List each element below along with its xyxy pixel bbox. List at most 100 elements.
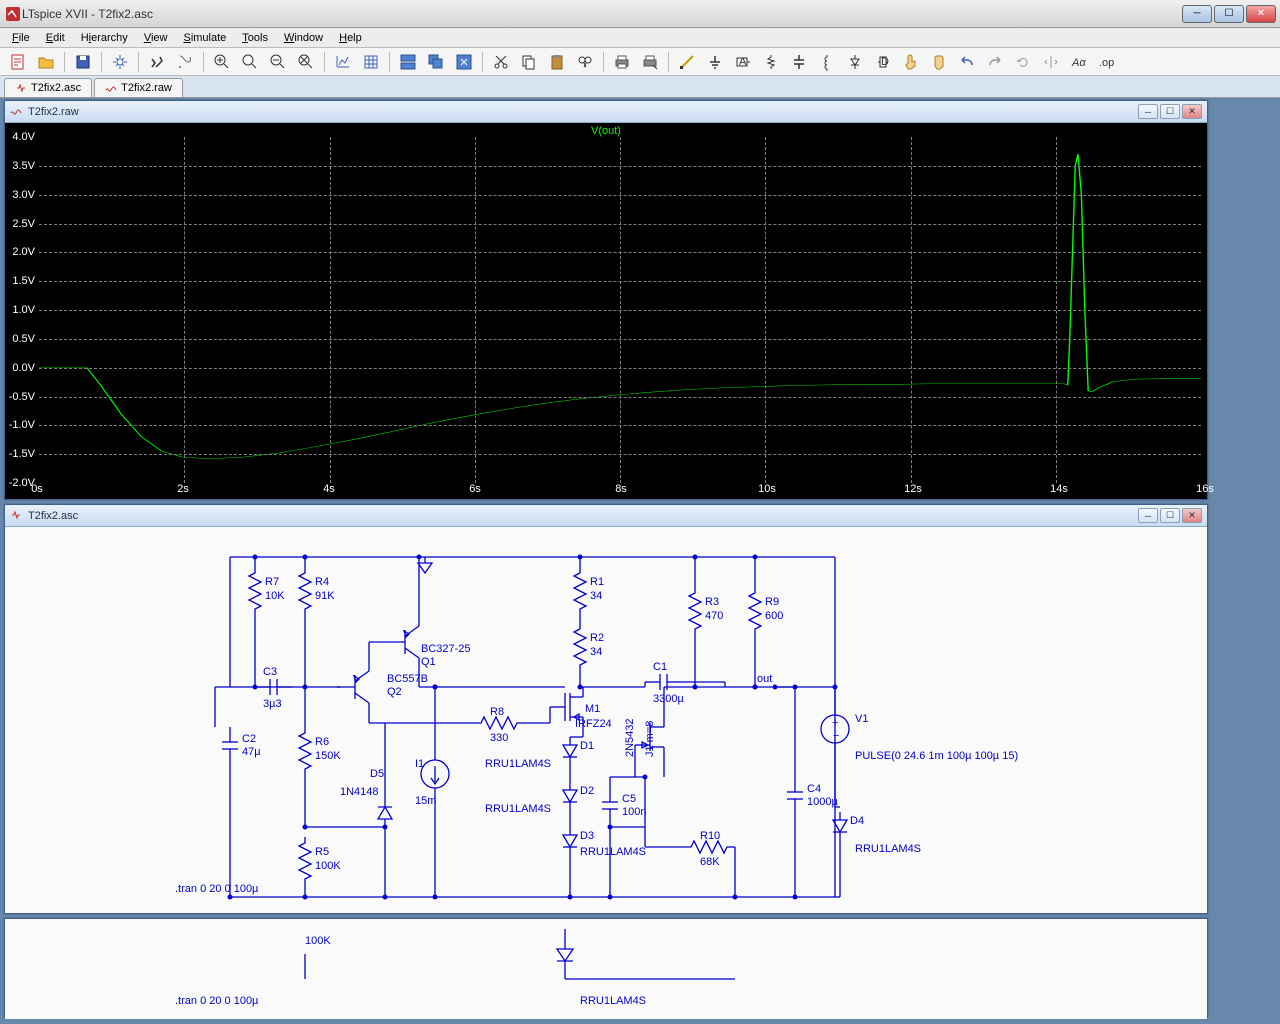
draw-wire-button[interactable] — [675, 50, 699, 74]
sub-close-button[interactable]: ✕ — [1182, 508, 1202, 523]
tile-windows-button[interactable] — [396, 50, 420, 74]
plot-area[interactable] — [39, 137, 1201, 483]
sub-close-button[interactable]: ✕ — [1182, 104, 1202, 119]
rotate-button[interactable] — [1011, 50, 1035, 74]
redo-button[interactable] — [983, 50, 1007, 74]
svg-text:RRU1LAM4S: RRU1LAM4S — [580, 846, 646, 858]
copy-button[interactable] — [517, 50, 541, 74]
sub-maximize-button[interactable]: ☐ — [1160, 508, 1180, 523]
menu-simulate[interactable]: Simulate — [175, 30, 234, 46]
inductor-button[interactable] — [815, 50, 839, 74]
svg-text:D4: D4 — [850, 815, 864, 827]
sub-minimize-button[interactable]: ─ — [1138, 104, 1158, 119]
svg-text:R10: R10 — [700, 830, 720, 842]
spice-directive-button[interactable]: .op — [1095, 50, 1119, 74]
svg-text:RRU1LAM4S: RRU1LAM4S — [485, 758, 551, 770]
tab-schematic[interactable]: T2fix2.asc — [4, 78, 92, 97]
svg-text:J1 m=8: J1 m=8 — [644, 721, 656, 757]
svg-text:IRFZ24: IRFZ24 — [575, 718, 612, 730]
autorange-button[interactable] — [331, 50, 355, 74]
new-schematic-button[interactable] — [6, 50, 30, 74]
drag-button[interactable] — [927, 50, 951, 74]
menu-hierarchy[interactable]: Hierarchy — [73, 30, 136, 46]
zoom-in-button[interactable] — [210, 50, 234, 74]
svg-text:330: 330 — [490, 732, 508, 744]
svg-text:Q1: Q1 — [421, 656, 436, 668]
zoom-pan-button[interactable] — [238, 50, 262, 74]
menu-file[interactable]: File — [4, 30, 38, 46]
svg-text:C5: C5 — [622, 793, 636, 805]
waveform-plot[interactable]: V(out) 4.0V3.5V3.0V2.5V2.0V1.5V1.0V0.5V0… — [5, 123, 1207, 499]
svg-text:I1: I1 — [415, 758, 424, 770]
menu-edit[interactable]: Edit — [38, 30, 73, 46]
svg-text:100K: 100K — [315, 860, 341, 872]
halt-button[interactable] — [173, 50, 197, 74]
menu-help[interactable]: Help — [331, 30, 370, 46]
close-window-button[interactable] — [452, 50, 476, 74]
schematic-canvas[interactable]: .tran 0 20 0 100µ 100K RRU1LAM4S — [5, 919, 1207, 1019]
find-button[interactable] — [573, 50, 597, 74]
svg-text:R4: R4 — [315, 576, 329, 588]
sub-maximize-button[interactable]: ☐ — [1160, 104, 1180, 119]
svg-text:470: 470 — [705, 610, 723, 622]
app-icon — [4, 5, 22, 23]
svg-text:91K: 91K — [315, 590, 335, 602]
print-button[interactable] — [610, 50, 634, 74]
svg-text:+: + — [832, 717, 838, 729]
label-net-button[interactable]: A — [731, 50, 755, 74]
tab-waveform[interactable]: T2fix2.raw — [94, 78, 183, 97]
svg-text:out: out — [757, 673, 772, 685]
toggle-grid-button[interactable] — [359, 50, 383, 74]
cascade-windows-button[interactable] — [424, 50, 448, 74]
sub-minimize-button[interactable]: ─ — [1138, 508, 1158, 523]
open-button[interactable] — [34, 50, 58, 74]
svg-text:15m: 15m — [415, 795, 436, 807]
svg-text:C2: C2 — [242, 733, 256, 745]
svg-text:R5: R5 — [315, 846, 329, 858]
svg-text:R2: R2 — [590, 632, 604, 644]
svg-text:1000µ: 1000µ — [807, 796, 838, 808]
trace-label[interactable]: V(out) — [591, 125, 621, 137]
svg-text:1N4148: 1N4148 — [340, 786, 379, 798]
svg-text:Aα: Aα — [1071, 57, 1086, 69]
mirror-button[interactable] — [1039, 50, 1063, 74]
waveform-window: T2fix2.raw ─ ☐ ✕ V(out) 4.0V3.5V3.0V2.5V… — [4, 100, 1208, 500]
schematic-window-copy: .tran 0 20 0 100µ 100K RRU1LAM4S — [4, 918, 1208, 1018]
menu-bar: File Edit Hierarchy View Simulate Tools … — [0, 28, 1280, 48]
svg-text:A: A — [739, 56, 747, 68]
resistor-button[interactable] — [759, 50, 783, 74]
close-button[interactable]: ✕ — [1246, 5, 1276, 23]
svg-text:RRU1LAM4S: RRU1LAM4S — [485, 803, 551, 815]
svg-text:68K: 68K — [700, 856, 720, 868]
move-button[interactable] — [899, 50, 923, 74]
paste-button[interactable] — [545, 50, 569, 74]
zoom-fit-button[interactable] — [294, 50, 318, 74]
control-panel-button[interactable] — [108, 50, 132, 74]
svg-text:C4: C4 — [807, 783, 821, 795]
print-setup-button[interactable] — [638, 50, 662, 74]
capacitor-button[interactable] — [787, 50, 811, 74]
cut-button[interactable] — [489, 50, 513, 74]
svg-text:−: − — [833, 730, 839, 742]
save-button[interactable] — [71, 50, 95, 74]
svg-text:47µ: 47µ — [242, 746, 261, 758]
component-button[interactable]: D — [871, 50, 895, 74]
diode-button[interactable] — [843, 50, 867, 74]
window-title: LTspice XVII - T2fix2.asc — [22, 7, 1182, 21]
menu-window[interactable]: Window — [276, 30, 331, 46]
text-button[interactable]: Aα — [1067, 50, 1091, 74]
svg-text:V1: V1 — [855, 713, 868, 725]
ground-button[interactable] — [703, 50, 727, 74]
schematic-canvas[interactable]: R710KR491KC33µ3C247µR6150KR5100KBC327-25… — [5, 527, 1207, 913]
workspace: T2fix2.raw ─ ☐ ✕ V(out) 4.0V3.5V3.0V2.5V… — [0, 98, 1280, 1024]
menu-tools[interactable]: Tools — [234, 30, 276, 46]
zoom-out-button[interactable] — [266, 50, 290, 74]
minimize-button[interactable]: ─ — [1182, 5, 1212, 23]
menu-view[interactable]: View — [136, 30, 176, 46]
run-button[interactable] — [145, 50, 169, 74]
undo-button[interactable] — [955, 50, 979, 74]
svg-text:3µ3: 3µ3 — [263, 698, 282, 710]
svg-text:34: 34 — [590, 590, 602, 602]
svg-text:M1: M1 — [585, 703, 600, 715]
maximize-button[interactable]: ☐ — [1214, 5, 1244, 23]
